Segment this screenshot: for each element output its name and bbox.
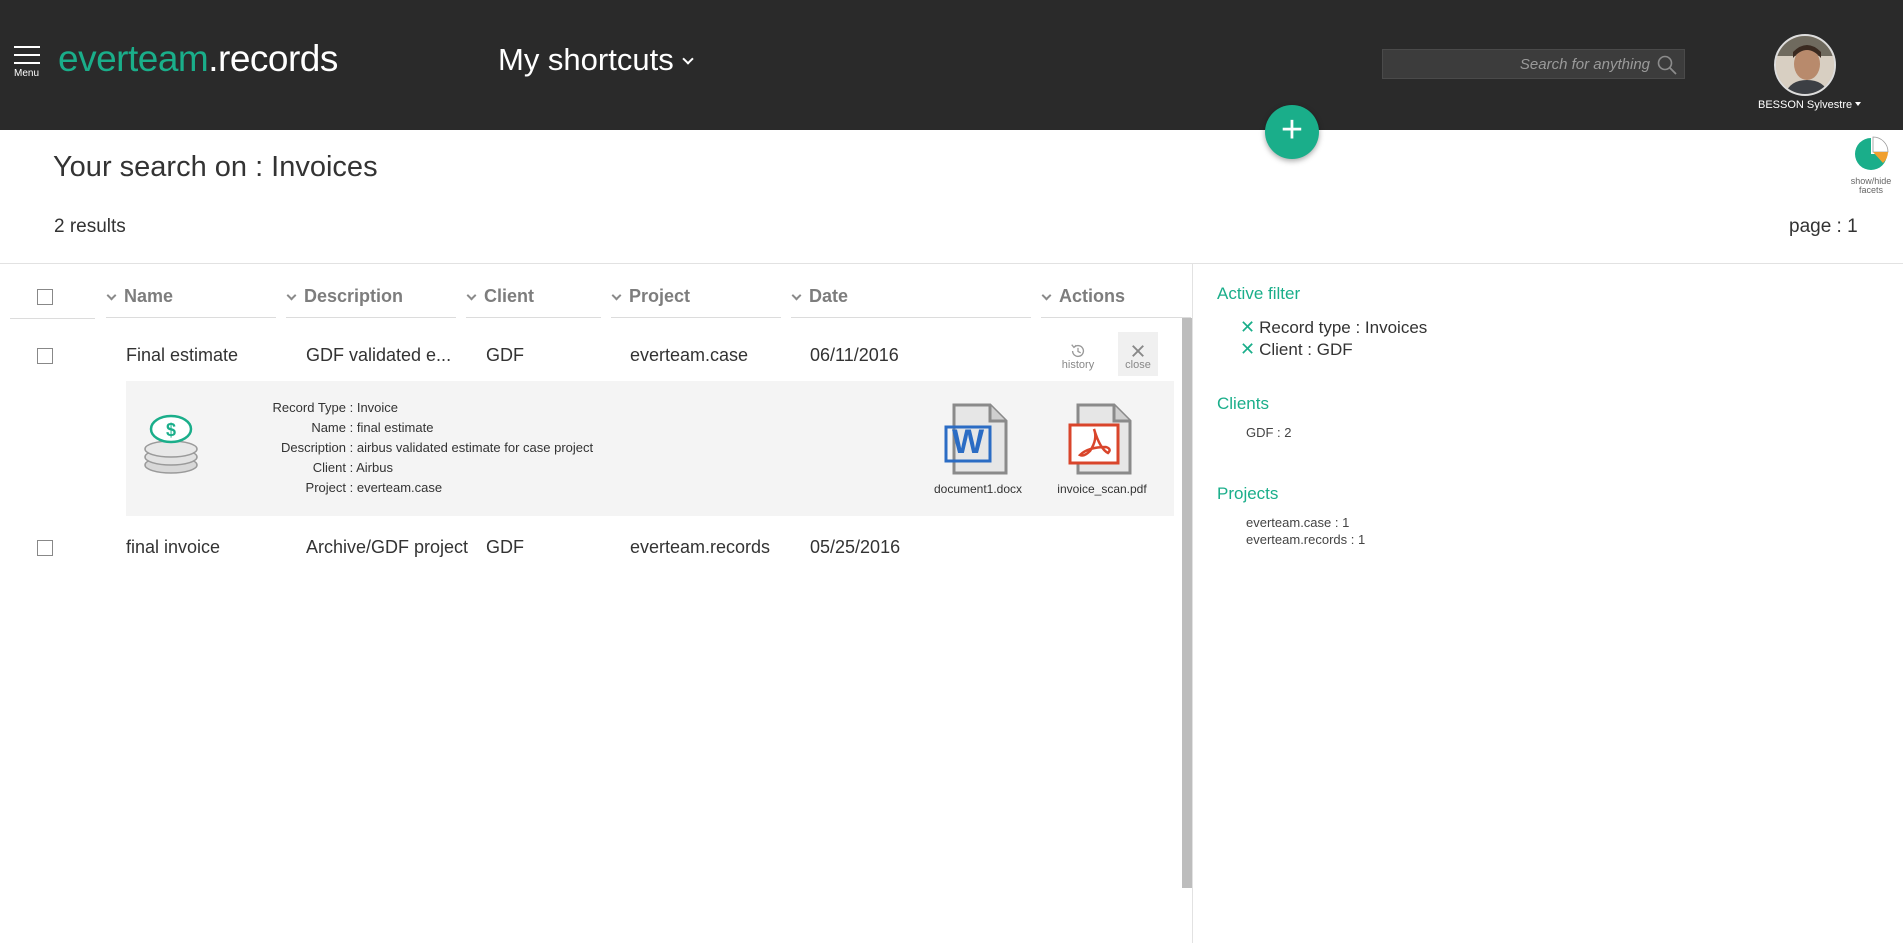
- brand-logo[interactable]: everteam.records: [58, 38, 338, 80]
- search-icon[interactable]: [1656, 54, 1678, 76]
- cell-description: GDF validated e...: [306, 345, 452, 365]
- file-attachment[interactable]: invoice_scan.pdf: [1052, 403, 1152, 496]
- active-filter-item[interactable]: ✕ Client : GDF: [1240, 339, 1353, 360]
- column-header-actions[interactable]: Actions: [1041, 280, 1191, 318]
- detail-field: Client : Airbus: [312, 460, 393, 475]
- sort-chevron-icon: [791, 290, 802, 301]
- facets-divider: [1192, 263, 1193, 943]
- user-photo-icon: [1776, 36, 1834, 94]
- cell-name: Final estimate: [126, 345, 239, 365]
- active-filter-item[interactable]: ✕ Record type : Invoices: [1240, 317, 1427, 338]
- sort-chevron-icon: [466, 290, 477, 301]
- cell-name: final invoice: [126, 537, 221, 557]
- close-icon: [1132, 345, 1144, 357]
- user-name: BESSON Sylvestre: [1758, 99, 1853, 111]
- cell-client: GDF: [486, 537, 524, 557]
- shortcuts-dropdown[interactable]: My shortcuts: [498, 42, 694, 78]
- cell-date: 05/25/2016: [810, 537, 901, 557]
- caret-down-icon: [1855, 102, 1862, 106]
- remove-filter-icon[interactable]: ✕: [1240, 339, 1255, 359]
- pdf-document-icon: [1068, 403, 1132, 475]
- projects-facet-title: Projects: [1217, 484, 1279, 503]
- sort-chevron-icon: [106, 290, 117, 301]
- page-title: Your search on : Invoices: [53, 151, 378, 183]
- word-document-icon: W: [944, 403, 1008, 475]
- history-button[interactable]: history: [1058, 332, 1098, 376]
- file-name: invoice_scan.pdf: [1057, 482, 1147, 496]
- user-menu[interactable]: BESSON Sylvestre: [1758, 99, 1862, 111]
- shortcuts-label: My shortcuts: [498, 42, 674, 77]
- detail-field: Project : everteam.case: [305, 480, 443, 495]
- menu-label: Menu: [14, 68, 40, 79]
- cell-project: everteam.case: [630, 345, 749, 365]
- sort-chevron-icon: [1041, 290, 1052, 301]
- facet-item-client[interactable]: GDF : 2: [1246, 425, 1292, 440]
- row-checkbox[interactable]: [37, 348, 53, 364]
- facet-item-project[interactable]: everteam.case : 1: [1246, 515, 1349, 530]
- menu-button[interactable]: Menu: [12, 46, 44, 82]
- row-checkbox[interactable]: [37, 540, 53, 556]
- cell-project: everteam.records: [630, 537, 771, 557]
- sort-chevron-icon: [611, 290, 622, 301]
- chevron-down-icon: [682, 53, 694, 65]
- column-header-client[interactable]: Client: [466, 280, 601, 318]
- active-filter-title: Active filter: [1217, 284, 1301, 303]
- results-scrollbar[interactable]: [1182, 318, 1192, 888]
- results-count: 2 results: [54, 216, 126, 237]
- avatar[interactable]: [1774, 34, 1836, 96]
- remove-filter-icon[interactable]: ✕: [1240, 317, 1255, 337]
- hamburger-icon: [14, 46, 40, 48]
- pie-chart-icon: [1855, 136, 1889, 170]
- cell-description: Archive/GDF project: [306, 537, 469, 557]
- file-name: document1.docx: [933, 482, 1023, 496]
- record-detail-panel: $ Record Type : Invoice Name : final est…: [126, 381, 1174, 516]
- history-icon: [1071, 344, 1085, 358]
- detail-field: Name : final estimate: [311, 420, 434, 435]
- cell-date: 06/11/2016: [810, 345, 899, 365]
- top-bar: Menu everteam.records My shortcuts BESSO…: [0, 0, 1903, 130]
- column-header-description[interactable]: Description: [286, 280, 456, 318]
- facet-item-project[interactable]: everteam.records : 1: [1246, 532, 1365, 547]
- global-search: [1382, 49, 1685, 79]
- facets-toggle-button[interactable]: show/hide facets: [1843, 136, 1899, 195]
- search-input[interactable]: [1383, 50, 1684, 78]
- detail-field: Description : airbus validated estimate …: [280, 440, 594, 455]
- column-header-name[interactable]: Name: [106, 280, 276, 318]
- add-record-button[interactable]: +: [1265, 105, 1319, 159]
- cell-client: GDF: [486, 345, 524, 365]
- close-button[interactable]: close: [1118, 332, 1158, 376]
- column-header-project[interactable]: Project: [611, 280, 781, 318]
- detail-field: Record Type : Invoice: [272, 400, 399, 415]
- sort-chevron-icon: [286, 290, 297, 301]
- page-indicator: page : 1: [1789, 216, 1858, 237]
- content-divider: [0, 263, 1903, 264]
- select-all-checkbox[interactable]: [37, 289, 53, 305]
- file-attachment[interactable]: W document1.docx: [928, 403, 1028, 496]
- column-header-date[interactable]: Date: [791, 280, 1031, 318]
- svg-text:W: W: [952, 423, 985, 461]
- clients-facet-title: Clients: [1217, 394, 1269, 413]
